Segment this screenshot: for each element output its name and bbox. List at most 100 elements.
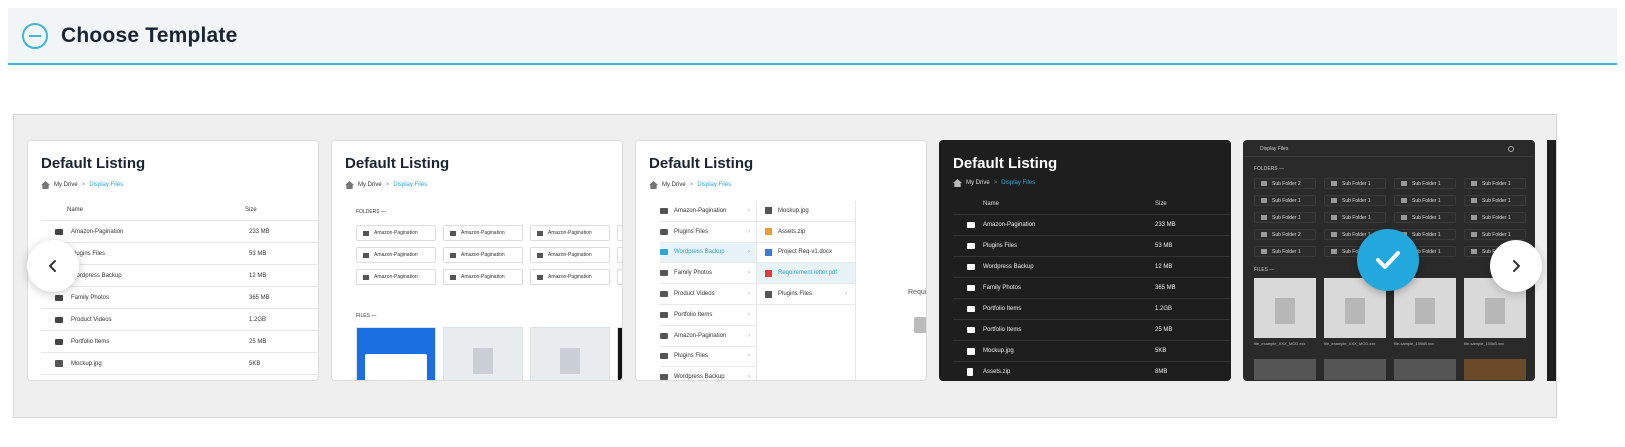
- file-thumbs: [356, 327, 622, 380]
- minus-circle-icon[interactable]: [22, 22, 48, 49]
- file-thumb: [1324, 359, 1386, 380]
- folder-icon: [967, 222, 975, 228]
- folder-icon: [55, 316, 63, 323]
- list-item: Amazon-Pagination 233 MB: [953, 215, 1230, 236]
- breadcrumb: My Drive > Display Files: [649, 181, 731, 189]
- tree-item: Plugins Files ›: [660, 347, 756, 368]
- folder-icon: [1261, 215, 1267, 220]
- carousel-prev-button[interactable]: [27, 240, 79, 292]
- item-name: Wordpress Backup: [71, 272, 122, 279]
- file-item: Project Req-v1.docx: [757, 243, 855, 264]
- home-icon: [649, 181, 658, 189]
- file-thumb: [356, 327, 436, 380]
- item-name: Product Videos: [71, 316, 112, 323]
- folder-icon: [55, 338, 63, 345]
- folder-icon: [1471, 215, 1477, 220]
- file-thumb-partial: [617, 327, 622, 380]
- folder-tile-partial: [617, 225, 622, 241]
- folder-tile: Sub Folder 1: [1464, 195, 1526, 206]
- carousel-next-button[interactable]: [1490, 240, 1542, 292]
- file-x-icon: [1415, 298, 1435, 324]
- item-name: Mockup.jpg: [71, 360, 102, 367]
- folder-icon: [537, 274, 543, 280]
- tree-item-selected: Wordpress Backup ›: [660, 242, 756, 264]
- folder-icon: [1261, 249, 1267, 254]
- folder-icon: [967, 327, 975, 333]
- folder-icon: [1401, 215, 1407, 220]
- folder-icon: [1471, 232, 1477, 237]
- folder-icon: [1471, 181, 1477, 186]
- file-thumb: [1394, 278, 1456, 338]
- image-icon: [55, 360, 63, 367]
- file-item-selected: Requirement letter.pdf: [757, 263, 855, 285]
- folder-icon: [660, 311, 668, 318]
- folder-tile: Sub Folder 1: [1394, 212, 1456, 223]
- template-topbar: Display Files: [1244, 141, 1534, 157]
- folder-tile: Amazon-Pagination: [443, 269, 523, 285]
- folder-icon: [1471, 198, 1477, 203]
- folder-icon: [450, 230, 456, 236]
- folder-tile: Amazon-Pagination: [356, 225, 436, 241]
- folder-icon: [1471, 249, 1477, 254]
- folder-icon: [660, 291, 668, 298]
- folder-icon: [660, 332, 668, 339]
- folder-icon: [1331, 232, 1337, 237]
- template-card-grid-view[interactable]: Default Listing My Drive > Display Files…: [331, 140, 623, 381]
- folder-tile: Amazon-Pagination: [356, 247, 436, 263]
- file-item: Assets.zip: [757, 222, 855, 243]
- template-title: Default Listing: [953, 155, 1058, 172]
- home-icon: [345, 181, 354, 189]
- folder-icon: [1261, 181, 1267, 186]
- folder-icon: [660, 228, 668, 235]
- folder-icon: [537, 252, 543, 258]
- breadcrumb-root: My Drive: [966, 180, 990, 186]
- folder-icon: [967, 285, 975, 291]
- file-captions: file_example_XXX_MOD.xxx file_example_XX…: [1254, 341, 1505, 346]
- file-item: Plugins Files ›: [757, 284, 855, 305]
- folder-icon: [55, 294, 63, 301]
- breadcrumb-separator: >: [385, 182, 390, 188]
- breadcrumb: My Drive > Display Files: [953, 179, 1035, 187]
- folder-tile: Sub Folder 1: [1254, 246, 1316, 257]
- file-list: Name Size Amazon-Pagination 233 MB Plugin…: [953, 195, 1230, 380]
- breadcrumb-root: My Drive: [358, 182, 382, 188]
- folder-icon: [1401, 198, 1407, 203]
- folder-icon: [967, 264, 975, 270]
- breadcrumb: My Drive > Display Files: [41, 181, 123, 189]
- template-card-default-listing-dark[interactable]: Default Listing My Drive > Display Files…: [939, 140, 1231, 381]
- folder-icon: [55, 228, 63, 235]
- preview-label: Requi: [908, 289, 927, 296]
- folder-tile: Sub Folder 1: [1324, 212, 1386, 223]
- folder-tile-partial: [617, 247, 622, 263]
- folder-icon: [450, 274, 456, 280]
- column-size: Size: [245, 207, 257, 213]
- home-icon: [953, 179, 962, 187]
- folder-tile: Amazon-Pagination: [530, 247, 610, 263]
- file-thumb: [530, 327, 610, 380]
- zip-file-icon: [560, 348, 580, 374]
- folder-tile: Sub Folder 1: [1254, 212, 1316, 223]
- pdf-icon: [765, 269, 772, 277]
- section-header: Choose Template: [8, 8, 1617, 65]
- item-size: 1.2GB: [249, 316, 267, 323]
- file-thumbs-row2: [1254, 359, 1526, 380]
- breadcrumb-separator: >: [81, 182, 86, 188]
- folders-label: FOLDERS —: [356, 209, 387, 215]
- template-card-partial[interactable]: [1547, 140, 1556, 381]
- selected-checkmark: [1357, 229, 1419, 291]
- list-item: Portfolio Items 1.2GB: [953, 299, 1230, 320]
- folder-icon: [1331, 181, 1337, 186]
- tree-item: Family Photos ›: [660, 263, 756, 285]
- breadcrumb-current: Display Files: [1001, 180, 1036, 186]
- tree-item: Wordpress Backup ›: [660, 367, 756, 380]
- folder-icon: [1261, 198, 1267, 203]
- folder-tile: Sub Folder 1: [1464, 178, 1526, 189]
- chevron-left-icon: [49, 260, 56, 272]
- folder-tile: Sub Folder 1: [1254, 195, 1316, 206]
- word-icon: [765, 248, 772, 256]
- breadcrumb-separator: >: [993, 180, 998, 186]
- files-label: FILES —: [1254, 267, 1275, 273]
- list-item: Plugins Files 53 MB: [953, 236, 1230, 257]
- template-card-tree-view[interactable]: Default Listing My Drive > Display Files…: [635, 140, 927, 381]
- folder-icon: [363, 252, 369, 258]
